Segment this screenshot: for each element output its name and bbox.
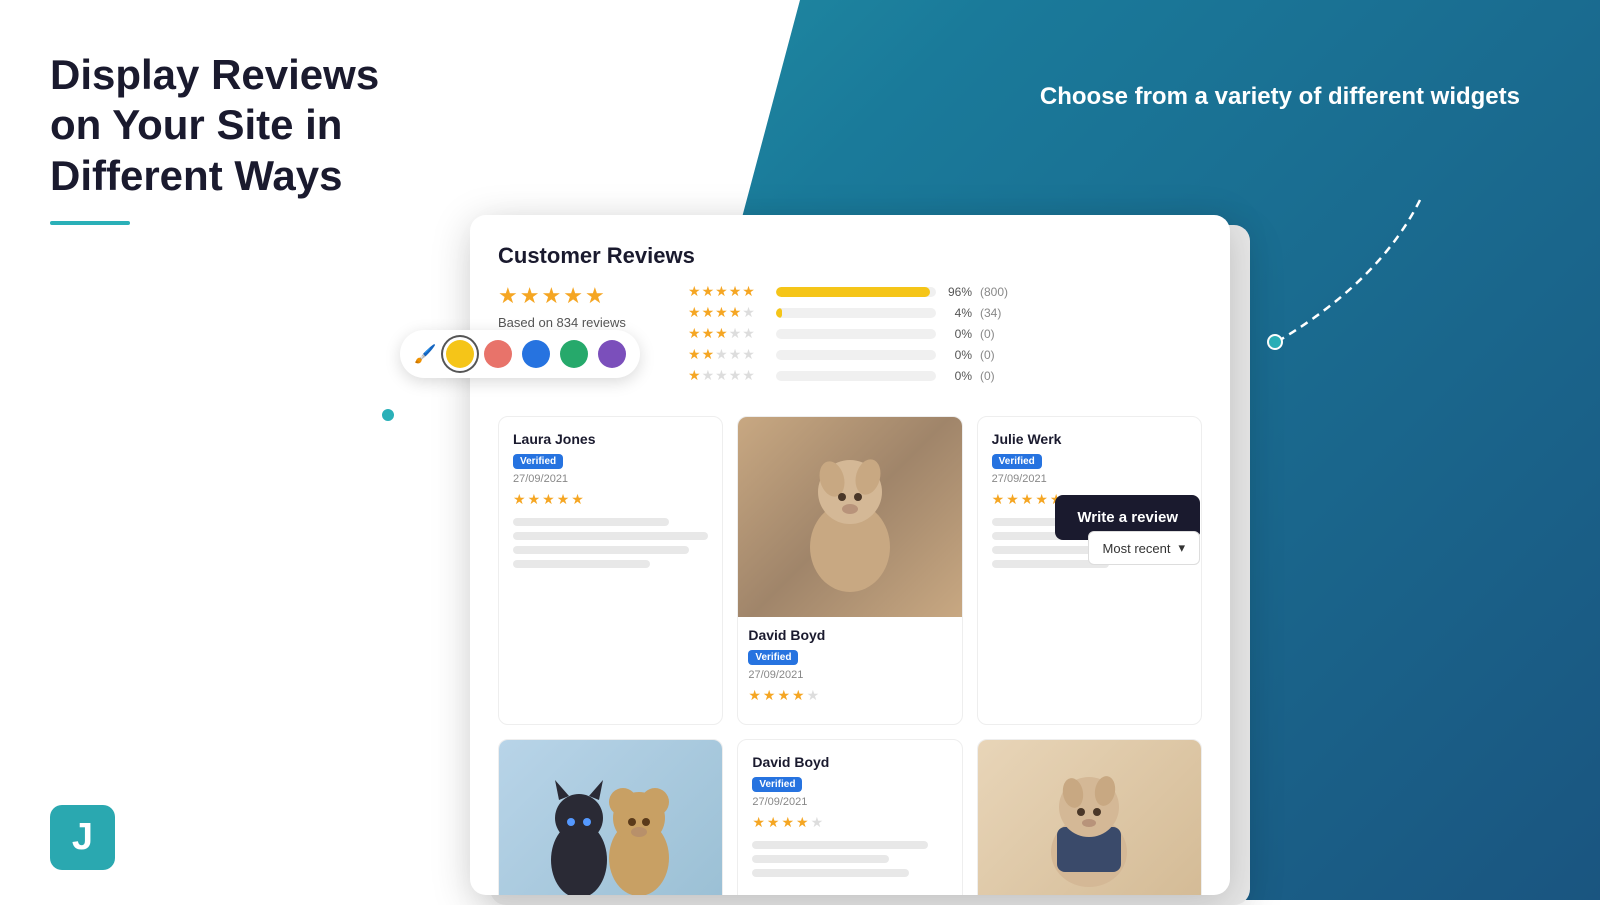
review-card-david2: David Boyd Verified 27/09/2021 ★★★★★ [737,739,962,895]
review-card-andrea: Andrea McGee Verified [977,739,1202,895]
star-3: ★ [541,283,561,309]
rating-bars: ★★★★★ 96% (800) ★★★★★ 4% (34) ★★★★★ [688,283,1202,384]
reviewer-name-dog: David Boyd [748,627,951,643]
star-5: ★ [585,283,605,309]
review-date-david2: 27/09/2021 [752,796,947,808]
text-line-2 [513,532,708,540]
based-on-text: Based on 834 reviews [498,315,658,330]
top-right-text: Choose from a variety of different widge… [1040,80,1520,114]
bar-row-1: ★★★★★ 0% (0) [688,367,1202,384]
color-option-yellow[interactable] [446,340,474,368]
review-stars: ★★★★★ [513,491,708,508]
star-2: ★ [520,283,540,309]
main-title: Display Reviews on Your Site in Differen… [50,50,430,201]
bar-row-3: ★★★★★ 0% (0) [688,325,1202,342]
paint-brush-icon: 🖌️ [414,344,436,365]
text-line-d1 [752,841,928,849]
sort-label: Most recent [1103,541,1171,556]
dog2-image [978,740,1201,895]
color-picker[interactable]: 🖌️ [400,330,640,378]
reviews-grid: Laura Jones Verified 27/09/2021 ★★★★★ [498,416,1202,895]
review-card-cats [498,739,723,895]
text-line-1 [513,518,669,526]
dog-image [738,417,961,617]
review-date: 27/09/2021 [513,473,708,485]
bar-row-2: ★★★★★ 0% (0) [688,346,1202,363]
text-line-4 [513,560,650,568]
star-4: ★ [563,283,583,309]
review-date-julie: 27/09/2021 [992,473,1187,485]
sort-dropdown[interactable]: Most recent ▾ [1088,531,1200,565]
cats-image [499,740,722,895]
text-line-d3 [752,869,908,877]
bar-row-4: ★★★★★ 4% (34) [688,304,1202,321]
color-option-purple[interactable] [598,340,626,368]
text-line-d2 [752,855,889,863]
rating-left: ★ ★ ★ ★ ★ Based on 834 reviews [498,283,658,330]
review-date-david: 27/09/2021 [748,669,951,681]
widget-panel: Customer Reviews ★ ★ ★ ★ ★ Based on 834 … [470,215,1230,895]
color-option-blue[interactable] [522,340,550,368]
reviewer-name-julie: Julie Werk [992,431,1187,447]
color-option-green[interactable] [560,340,588,368]
overall-stars: ★ ★ ★ ★ ★ [498,283,658,309]
review-stars-david: ★★★★★ [748,687,951,704]
review-card-dog-image: David Boyd Verified 27/09/2021 ★★★★★ [737,416,962,725]
customize-text: Customize and tailor it to your theme st… [100,707,420,780]
title-underline [50,221,130,225]
verified-badge-david2: Verified [752,777,802,792]
review-stars-david2: ★★★★★ [752,814,947,831]
bar-row-5: ★★★★★ 96% (800) [688,283,1202,300]
verified-badge: Verified [513,454,563,469]
star-1: ★ [498,283,518,309]
text-line-3 [513,546,689,554]
left-section: Display Reviews on Your Site in Differen… [50,50,430,255]
review-card-julie: Julie Werk Verified 27/09/2021 ★★★★★ [977,416,1202,725]
verified-badge-david: Verified [748,650,798,665]
chevron-down-icon: ▾ [1178,540,1185,556]
j-logo: J [50,805,115,870]
color-option-red[interactable] [484,340,512,368]
verified-badge-julie: Verified [992,454,1042,469]
review-card-laura: Laura Jones Verified 27/09/2021 ★★★★★ [498,416,723,725]
reviewer-name-david2: David Boyd [752,754,947,770]
reviewer-name: Laura Jones [513,431,708,447]
panel-title: Customer Reviews [498,243,1202,269]
